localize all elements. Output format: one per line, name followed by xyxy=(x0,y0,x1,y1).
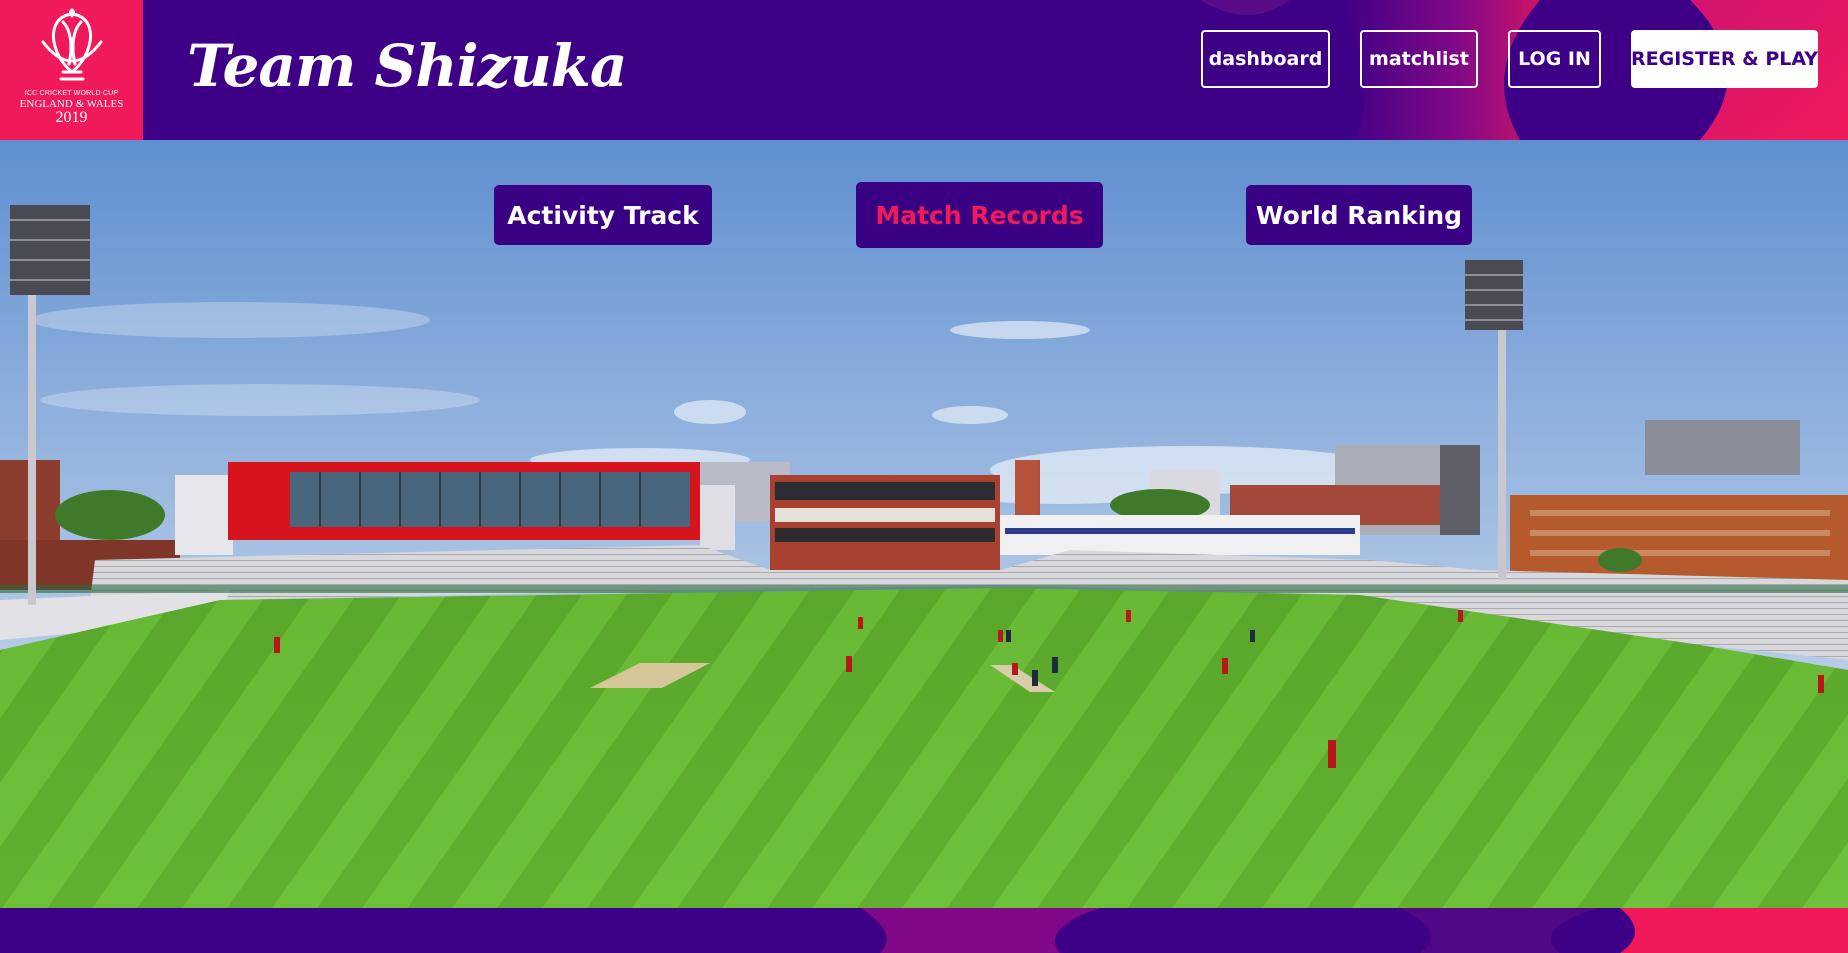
world-cup-trophy-icon xyxy=(41,8,102,81)
footer-swoosh-decoration xyxy=(860,908,1848,953)
tab-match-records[interactable]: Match Records xyxy=(856,182,1103,248)
login-button[interactable]: LOG IN xyxy=(1508,30,1601,88)
tab-activity-track[interactable]: Activity Track xyxy=(494,185,712,245)
page-title: Team Shizuka xyxy=(187,32,628,100)
logo-year: 2019 xyxy=(55,109,88,126)
logo-caption: ICC CRICKET WORLD CUP xyxy=(24,90,119,97)
dashboard-button[interactable]: dashboard xyxy=(1201,30,1330,88)
tab-world-ranking[interactable]: World Ranking xyxy=(1246,185,1472,245)
cricket-stadium-image xyxy=(0,140,1848,908)
site-header: ICC CRICKET WORLD CUP ENGLAND & WALES 20… xyxy=(0,0,1848,140)
footer-band xyxy=(0,908,1848,953)
register-and-play-button[interactable]: REGISTER & PLAY xyxy=(1631,30,1818,88)
matchlist-button[interactable]: matchlist xyxy=(1360,30,1478,88)
cricket-world-cup-logo[interactable]: ICC CRICKET WORLD CUP ENGLAND & WALES 20… xyxy=(0,0,143,140)
stadium-hero: Activity Track Match Records World Ranki… xyxy=(0,140,1848,908)
